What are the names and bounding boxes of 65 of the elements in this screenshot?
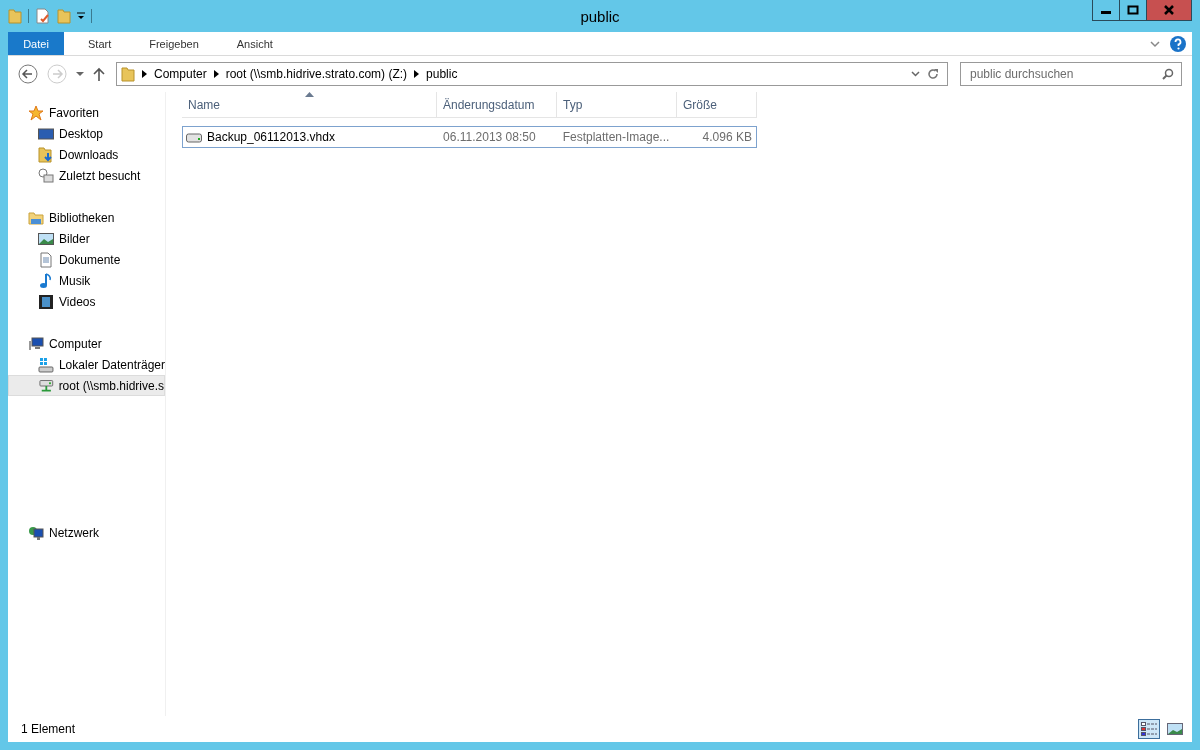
navigation-item[interactable]: Lokaler Datenträger <box>8 354 165 375</box>
expand-ribbon-icon[interactable] <box>1150 39 1160 48</box>
item-count: 1 Element <box>21 722 76 736</box>
folder-icon <box>121 66 135 82</box>
up-arrow-icon[interactable] <box>93 67 105 81</box>
ribbon-tab[interactable]: Freigeben <box>135 32 213 55</box>
search-field[interactable]: public durchsuchen <box>960 62 1182 86</box>
disk-image-icon <box>186 131 202 143</box>
ribbon-tab[interactable]: Ansicht <box>222 32 287 55</box>
breadcrumb[interactable]: root (\\smb.hidrive.strato.com) (Z:) <box>225 67 408 81</box>
library-folder-icon <box>28 209 44 226</box>
navigation-item[interactable]: Bilder <box>8 228 165 249</box>
file-size: 4.096 KB <box>701 130 753 144</box>
recent-locations-caret-icon[interactable] <box>76 71 84 77</box>
navigation-item[interactable]: Videos <box>8 291 165 312</box>
chevron-right-icon[interactable] <box>213 70 219 78</box>
navigation-item[interactable]: Desktop <box>8 123 165 144</box>
dropdown-caret-icon[interactable] <box>77 11 85 21</box>
breadcrumb[interactable]: public <box>426 67 458 81</box>
monitor-icon <box>38 125 54 142</box>
breadcrumb[interactable]: Computer <box>154 67 207 81</box>
network-drive-icon <box>39 377 54 394</box>
refresh-icon[interactable] <box>927 68 939 80</box>
navigation-item[interactable]: Downloads <box>8 144 165 165</box>
sort-arrow-icon <box>305 92 314 97</box>
file-name: Backup_06112013.vhdx <box>207 130 335 144</box>
navigation-item[interactable]: Dokumente <box>8 249 165 270</box>
star-icon <box>28 104 44 121</box>
help-icon[interactable] <box>1170 35 1186 52</box>
navigation-item[interactable]: Bibliotheken <box>8 207 165 228</box>
navigation-item[interactable]: Favoriten <box>8 102 165 123</box>
details-view-button[interactable] <box>1138 719 1160 739</box>
network-icon <box>28 524 44 541</box>
navigation-item[interactable]: Netzwerk <box>8 522 165 543</box>
minimize-button[interactable] <box>1092 0 1120 21</box>
download-folder-icon <box>38 146 54 163</box>
navigation-item[interactable]: Musik <box>8 270 165 291</box>
music-note-icon <box>38 272 54 289</box>
windows-drive-icon <box>38 356 54 373</box>
column-header[interactable]: Änderungsdatum <box>437 92 557 117</box>
ribbon-tab[interactable]: Start <box>74 32 126 55</box>
back-icon[interactable] <box>18 64 38 84</box>
close-button[interactable] <box>1146 0 1192 21</box>
properties-icon[interactable] <box>35 8 51 24</box>
navigation-item[interactable]: Computer <box>8 333 165 354</box>
document-icon <box>38 251 54 268</box>
search-icon[interactable] <box>1162 68 1174 80</box>
computer-icon <box>28 335 44 352</box>
column-header[interactable]: Größe <box>677 92 757 117</box>
close-icon <box>1163 5 1175 15</box>
chevron-right-icon[interactable] <box>142 70 147 78</box>
column-header[interactable]: Name <box>182 92 437 117</box>
navigation-item[interactable]: root (\\smb.hidrive.s <box>8 375 165 396</box>
maximize-icon <box>1127 5 1139 15</box>
column-header[interactable]: Typ <box>557 92 677 117</box>
landscape-image-icon <box>38 230 54 247</box>
file-tab[interactable]: Datei <box>8 32 64 55</box>
chevron-right-icon[interactable] <box>414 70 420 78</box>
file-row[interactable]: Backup_06112013.vhdx 06.11.2013 08:50 Festplatten-Image... 4.096 KB <box>182 126 757 148</box>
dropdown-caret-icon[interactable] <box>911 71 920 77</box>
file-type: Festplatten-Image... <box>561 130 671 144</box>
window-title: public <box>580 7 620 25</box>
modified-date: 06.11.2013 08:50 <box>442 130 537 144</box>
navigation-item[interactable]: Zuletzt besucht <box>8 165 165 186</box>
address-bar[interactable]: Computer root (\\smb.hidrive.strato.com) (Z:) public <box>116 62 948 86</box>
